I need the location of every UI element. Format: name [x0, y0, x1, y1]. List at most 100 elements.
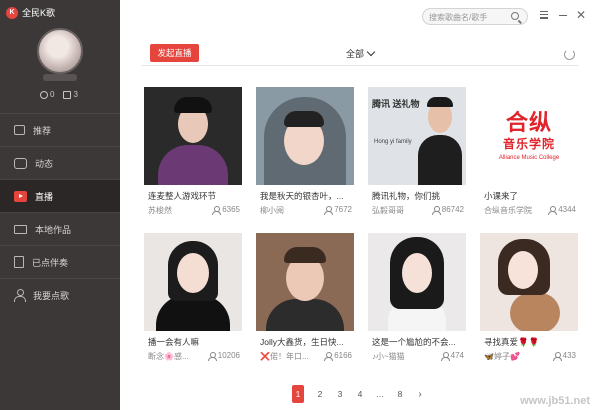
room-thumbnail[interactable]: 合纵 音乐学院 Alliance Music College [480, 87, 578, 185]
room-title: Jolly大鑫货，生日快... [260, 337, 344, 347]
live-room-card[interactable]: 腾讯 送礼物 Hong yi family 腾讯礼物，你们挑 弘毅哥哥 8674… [368, 87, 466, 220]
search-box [422, 8, 528, 25]
monitor-icon [14, 224, 27, 234]
chat-icon [14, 157, 27, 169]
medal-icon [63, 90, 72, 99]
room-thumbnail[interactable] [144, 233, 242, 331]
thumbs-up-icon [14, 125, 25, 135]
document-icon [14, 256, 24, 268]
live-icon [14, 190, 27, 202]
viewers-icon [324, 351, 334, 361]
room-thumbnail[interactable] [256, 233, 354, 331]
room-owner[interactable]: 柳小阅 [260, 205, 284, 216]
app-logo-icon: K [6, 6, 18, 19]
room-owner[interactable]: ♪小~猫猫 [372, 351, 405, 362]
thumbnail-subcaption: Hong yi family [374, 139, 412, 145]
watermark: www.jb51.net [520, 395, 590, 407]
stat-listens[interactable]: 0 [40, 90, 54, 99]
room-meta: 断念🌸感... 10206 [148, 351, 240, 361]
room-thumbnail[interactable] [256, 87, 354, 185]
room-title: 小课来了 [484, 191, 519, 201]
page-button[interactable]: 4 [350, 385, 370, 403]
app-title: K 全民K歌 [6, 6, 55, 19]
room-meta: 柳小阅 7672 [260, 205, 352, 215]
room-title: 腾讯礼物，你们挑 [372, 191, 441, 201]
viewers-icon [440, 351, 450, 361]
live-room-card[interactable]: 连麦整人游戏环节 苏梭然 6365 [144, 87, 242, 220]
pagination: 1 2 3 4 ... 8 › [292, 385, 430, 403]
room-title: 这是一个尴尬的不会... [372, 337, 456, 347]
room-meta: 弘毅哥哥 86742 [372, 205, 464, 215]
live-room-card[interactable]: 我是秋天的银杏叶，... 柳小阅 7672 [256, 87, 354, 220]
live-room-card[interactable]: 这是一个尴尬的不会... ♪小~猫猫 474 [368, 233, 466, 366]
close-icon[interactable]: ✕ [575, 9, 587, 21]
room-title: 连麦整人游戏环节 [148, 191, 217, 201]
sidebar-item-feed[interactable]: 动态 [0, 146, 120, 179]
sidebar-item-local-works[interactable]: 本地作品 [0, 212, 120, 245]
viewer-count: 86742 [431, 205, 464, 215]
viewers-icon [552, 351, 562, 361]
page-button[interactable]: 3 [330, 385, 350, 403]
viewers-icon [324, 205, 334, 215]
refresh-icon[interactable] [564, 49, 575, 60]
sidebar-nav: 推荐 动态 直播 本地作品 已点伴奏 我要点歌 [0, 113, 120, 311]
room-meta: 🦋婷子💕 433 [484, 351, 576, 361]
room-thumbnail[interactable] [144, 87, 242, 185]
room-title: 寻找真爱🌹🌹 [484, 337, 540, 347]
room-thumbnail[interactable] [368, 233, 466, 331]
thumbnail-caption: 腾讯 送礼物 [372, 99, 420, 109]
sidebar-item-recommend[interactable]: 推荐 [0, 113, 120, 146]
title-bar: ✕ [120, 0, 600, 32]
viewers-icon [548, 205, 558, 215]
sidebar-item-selected-tracks[interactable]: 已点伴奏 [0, 245, 120, 278]
divider [142, 65, 578, 66]
search-icon[interactable] [511, 12, 519, 20]
viewers-icon [207, 351, 217, 361]
room-meta: ❌偌！年口... 6166 [260, 351, 352, 361]
avatar[interactable] [37, 28, 83, 74]
viewers-icon [212, 205, 222, 215]
app-title-text: 全民K歌 [22, 8, 56, 18]
menu-icon[interactable] [538, 9, 550, 21]
sidebar-item-live[interactable]: 直播 [0, 179, 120, 212]
viewer-count: 4344 [548, 205, 576, 215]
stat-medals[interactable]: 3 [63, 90, 78, 99]
room-title: 播一会有人嘛 [148, 337, 200, 347]
viewer-count: 7672 [324, 205, 352, 215]
room-owner[interactable]: 合纵音乐学院 [484, 205, 532, 216]
room-meta: 合纵音乐学院 4344 [484, 205, 576, 215]
viewers-icon [431, 205, 441, 215]
room-thumbnail[interactable] [480, 233, 578, 331]
room-meta: 苏梭然 6365 [148, 205, 240, 215]
room-owner[interactable]: 🦋婷子💕 [484, 351, 520, 362]
page-button[interactable]: 8 [390, 385, 410, 403]
room-owner[interactable]: ❌偌！年口... [260, 351, 309, 362]
live-room-card[interactable]: Jolly大鑫货，生日快... ❌偌！年口... 6166 [256, 233, 354, 366]
viewer-count: 6365 [212, 205, 240, 215]
page-button[interactable]: 2 [310, 385, 330, 403]
room-thumbnail[interactable]: 腾讯 送礼物 Hong yi family [368, 87, 466, 185]
username-blurred [43, 74, 77, 81]
start-live-button[interactable]: 发起直播 [150, 44, 199, 62]
sidebar: K 全民K歌 0 3 推荐 动态 直播 本地作品 已点伴奏 我要点歌 [0, 0, 120, 410]
page-ellipsis: ... [376, 389, 384, 399]
room-owner[interactable]: 苏梭然 [148, 205, 172, 216]
sidebar-item-request-song[interactable]: 我要点歌 [0, 278, 120, 311]
page-button-current[interactable]: 1 [292, 385, 304, 403]
category-filter[interactable]: 全部 [346, 47, 376, 60]
live-room-card[interactable]: 播一会有人嘛 断念🌸感... 10206 [144, 233, 242, 366]
search-input[interactable] [429, 11, 507, 23]
minimize-icon[interactable] [557, 9, 569, 21]
next-page-icon[interactable]: › [410, 385, 430, 403]
school-logo: 合纵 音乐学院 Alliance Music College [480, 87, 578, 185]
room-meta: ♪小~猫猫 474 [372, 351, 464, 361]
room-owner[interactable]: 断念🌸感... [148, 351, 189, 362]
clock-icon [40, 90, 48, 99]
room-owner[interactable]: 弘毅哥哥 [372, 205, 404, 216]
viewer-count: 10206 [207, 351, 240, 361]
viewer-count: 474 [440, 351, 464, 361]
viewer-count: 6166 [324, 351, 352, 361]
live-room-card[interactable]: 寻找真爱🌹🌹 🦋婷子💕 433 [480, 233, 578, 366]
live-room-card[interactable]: 合纵 音乐学院 Alliance Music College 小课来了 合纵音乐… [480, 87, 578, 220]
viewer-count: 433 [552, 351, 576, 361]
